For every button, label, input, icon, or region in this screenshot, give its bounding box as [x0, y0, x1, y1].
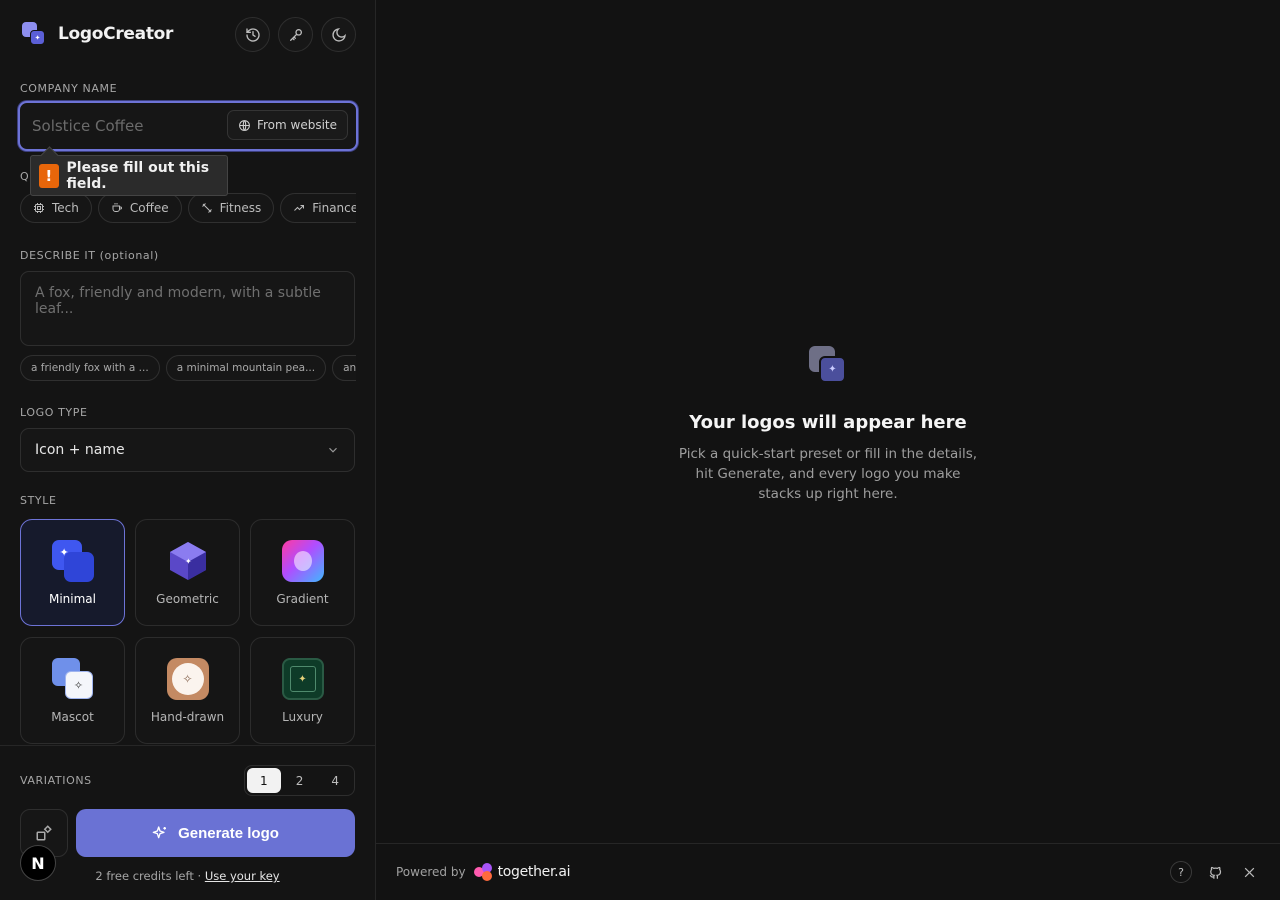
- nextjs-dev-badge[interactable]: N: [20, 845, 56, 881]
- dumbbell-icon: [201, 203, 212, 213]
- minimal-style-icon: ✦: [51, 540, 94, 582]
- company-name-input[interactable]: [32, 114, 232, 138]
- globe-icon: [239, 119, 250, 131]
- style-label-gradient: Gradient: [276, 592, 329, 606]
- validation-tooltip: ! Please fill out this field.: [30, 155, 228, 196]
- describe-suggestions: a friendly fox with a ... a minimal moun…: [20, 355, 356, 381]
- moon-icon: [331, 27, 346, 42]
- logo-type-label: LOGO TYPE: [20, 406, 88, 419]
- together-ai-logo-icon: [473, 863, 494, 881]
- style-label-hand-drawn: Hand-drawn: [150, 710, 225, 724]
- sidebar: ✦ LogoCreator COMPANY NAME From website …: [0, 0, 376, 900]
- powered-by: Powered by together.ai: [396, 863, 570, 881]
- use-your-key-link[interactable]: Use your key: [205, 869, 280, 883]
- chip-label: Finance: [312, 201, 356, 215]
- chip-label: Fitness: [219, 201, 262, 215]
- together-ai-link[interactable]: together.ai: [473, 863, 571, 881]
- style-label: STYLE: [20, 494, 57, 507]
- style-label-minimal: Minimal: [48, 592, 96, 606]
- logo-type-select[interactable]: Icon + name: [20, 428, 355, 472]
- describe-label: DESCRIBE IT (optional): [20, 249, 159, 262]
- quick-start-label: Q: [20, 170, 30, 183]
- coffee-icon: [112, 203, 122, 212]
- style-option-geometric[interactable]: ✦ Geometric: [135, 519, 240, 626]
- style-option-gradient[interactable]: Gradient: [250, 519, 355, 626]
- chip-label: Tech: [52, 201, 79, 215]
- app-logo-icon: ✦: [22, 22, 46, 46]
- powered-by-label: Powered by: [396, 865, 466, 879]
- shapes-icon: [36, 825, 52, 841]
- theme-toggle-button[interactable]: [321, 17, 356, 52]
- credits-info: 2 free credits left · Use your key: [0, 869, 375, 883]
- mascot-style-icon: ✧: [51, 658, 94, 700]
- header-actions: [235, 17, 356, 52]
- main-panel: ✦ Your logos will appear here Pick a qui…: [376, 0, 1280, 900]
- company-name-field: From website: [18, 101, 358, 151]
- style-label-mascot: Mascot: [51, 710, 94, 724]
- empty-state: ✦ Your logos will appear here Pick a qui…: [376, 346, 1280, 504]
- describe-textarea[interactable]: [21, 272, 354, 345]
- chip-cpu-icon: [34, 203, 44, 213]
- footer: Powered by together.ai ?: [376, 843, 1280, 900]
- variation-option-1[interactable]: 1: [247, 768, 281, 793]
- warning-icon: !: [39, 163, 59, 188]
- preset-chip-finance[interactable]: Finance: [280, 193, 356, 223]
- variations-selector: 1 2 4: [244, 765, 355, 796]
- from-website-label: From website: [256, 118, 337, 132]
- github-icon: [1209, 866, 1221, 879]
- suggestion-chip[interactable]: a friendly fox with a ...: [20, 355, 160, 381]
- suggestion-chip[interactable]: a minimal mountain pea...: [165, 355, 327, 381]
- style-label-geometric: Geometric: [156, 592, 219, 606]
- validation-message: Please fill out this field.: [66, 159, 210, 192]
- help-icon: ?: [1178, 865, 1184, 879]
- history-icon: [245, 27, 260, 42]
- brand[interactable]: ✦ LogoCreator: [22, 22, 173, 46]
- quick-start-chips: Tech Coffee Fitness Finance: [20, 193, 356, 223]
- style-option-luxury[interactable]: ✦ Luxury: [250, 637, 355, 744]
- together-ai-wordmark: together.ai: [497, 864, 571, 880]
- variation-option-4[interactable]: 4: [318, 768, 352, 793]
- footer-icons: ?: [1170, 861, 1260, 883]
- suggestion-chip[interactable]: an abs: [332, 355, 356, 381]
- logo-type-value: Icon + name: [35, 442, 125, 458]
- style-option-minimal[interactable]: ✦ Minimal: [20, 519, 125, 626]
- api-key-button[interactable]: [278, 17, 313, 52]
- style-option-hand-drawn[interactable]: ✧ Hand-drawn: [135, 637, 240, 744]
- variations-label: VARIATIONS: [20, 774, 92, 787]
- geometric-style-icon: ✦: [169, 542, 206, 580]
- describe-field: [20, 271, 355, 346]
- style-label-luxury: Luxury: [282, 710, 323, 724]
- hand-drawn-style-icon: ✧: [166, 658, 209, 700]
- app-name: LogoCreator: [58, 24, 174, 44]
- style-grid: ✦ Minimal ✦ Geometric Gradient ✧ Mascot …: [20, 519, 355, 744]
- empty-state-title: Your logos will appear here: [689, 412, 967, 433]
- history-button[interactable]: [235, 17, 270, 52]
- key-icon: [289, 28, 302, 41]
- company-name-label: COMPANY NAME: [20, 82, 118, 95]
- luxury-style-icon: ✦: [281, 658, 324, 700]
- x-link[interactable]: [1238, 861, 1260, 883]
- x-icon: [1244, 867, 1254, 877]
- chevron-down-icon: [329, 447, 337, 453]
- style-option-mascot[interactable]: ✧ Mascot: [20, 637, 125, 744]
- preset-chip-tech[interactable]: Tech: [20, 193, 92, 223]
- empty-state-logo-icon: ✦: [809, 346, 847, 384]
- generate-logo-label: Generate logo: [178, 824, 279, 842]
- help-button[interactable]: ?: [1170, 861, 1192, 883]
- trending-up-icon: [294, 205, 305, 211]
- gradient-style-icon: [281, 540, 324, 582]
- svg-text:✦: ✦: [185, 557, 192, 566]
- variation-option-2[interactable]: 2: [283, 768, 317, 793]
- chip-label: Coffee: [129, 201, 169, 215]
- sparkles-icon: [152, 826, 167, 839]
- generate-logo-button[interactable]: Generate logo: [76, 809, 355, 857]
- preset-chip-coffee[interactable]: Coffee: [97, 193, 182, 223]
- from-website-button[interactable]: From website: [226, 110, 348, 140]
- sidebar-footer: VARIATIONS 1 2 4 Generate logo 2 free cr…: [0, 745, 375, 900]
- credits-text: 2 free credits left ·: [95, 869, 205, 883]
- empty-state-text: Pick a quick-start preset or fill in the…: [678, 446, 978, 502]
- github-link[interactable]: [1204, 861, 1226, 883]
- preset-chip-fitness[interactable]: Fitness: [187, 193, 275, 223]
